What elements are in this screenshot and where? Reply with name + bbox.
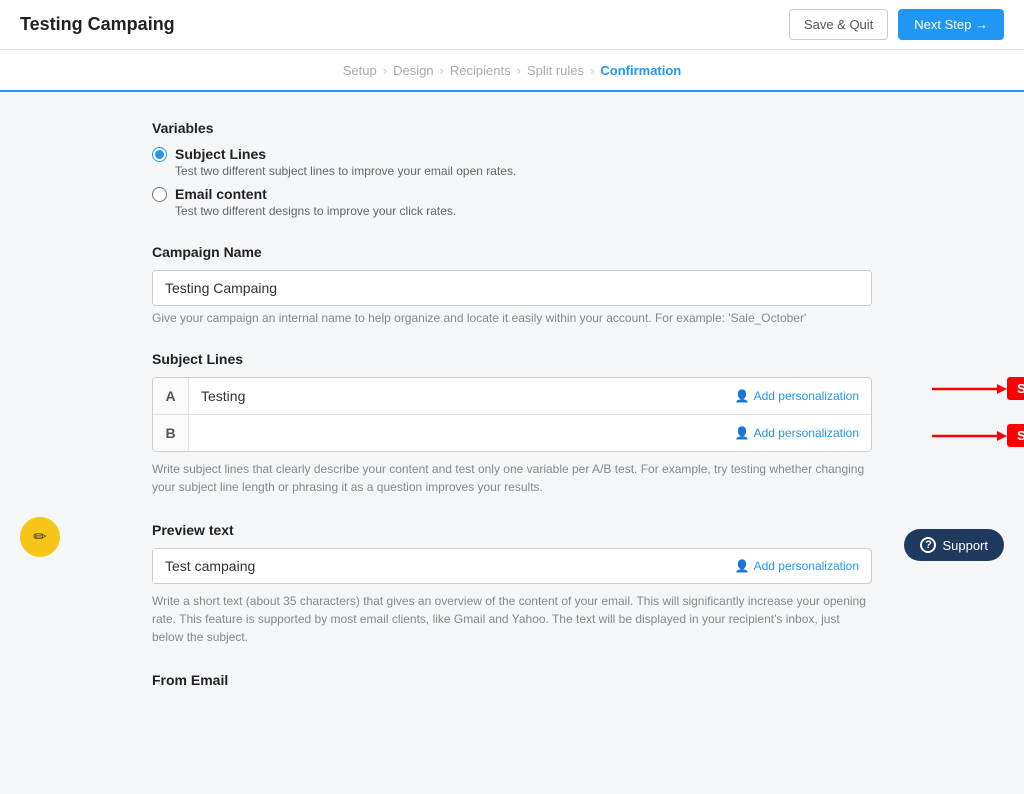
subject-lines-radio-label: Subject Lines <box>175 146 266 162</box>
breadcrumb-step-split-rules[interactable]: Split rules <box>527 63 584 78</box>
person-icon-a: 👤 <box>735 389 750 403</box>
subject-row-b: B 👤 Add personalization <box>153 415 871 451</box>
preview-text-input[interactable] <box>153 549 723 583</box>
save-quit-button[interactable]: Save & Quit <box>789 9 888 40</box>
breadcrumb-step-recipients[interactable]: Recipients <box>450 63 511 78</box>
subject-b-badge: Subject B <box>1007 424 1024 447</box>
add-personalization-b-button[interactable]: 👤 Add personalization <box>723 426 871 440</box>
support-label: Support <box>942 538 988 553</box>
support-button[interactable]: ? Support <box>904 529 1004 561</box>
person-icon-preview: 👤 <box>735 559 750 573</box>
breadcrumb-step-design[interactable]: Design <box>393 63 433 78</box>
email-content-radio-desc: Test two different designs to improve yo… <box>175 204 872 218</box>
subject-lines-radio-desc: Test two different subject lines to impr… <box>175 164 872 178</box>
variables-section: Variables Subject Lines Test two differe… <box>152 120 872 218</box>
campaign-name-hint: Give your campaign an internal name to h… <box>152 311 872 325</box>
pencil-icon: ✏ <box>33 527 46 547</box>
person-icon-b: 👤 <box>735 426 750 440</box>
arrow-b-icon <box>932 426 1007 446</box>
add-personalization-b-label: Add personalization <box>754 426 859 440</box>
subject-lines-label: Subject Lines <box>152 351 872 367</box>
subject-a-badge: Subject A <box>1007 377 1024 400</box>
from-email-section: From Email <box>152 672 872 688</box>
subject-letter-b: B <box>153 415 189 451</box>
subject-lines-radio-row[interactable]: Subject Lines <box>152 146 872 162</box>
add-personalization-a-button[interactable]: 👤 Add personalization <box>723 389 871 403</box>
subject-lines-hint: Write subject lines that clearly describ… <box>152 460 872 496</box>
email-content-radio[interactable] <box>152 187 167 202</box>
breadcrumb-step-setup[interactable]: Setup <box>343 63 377 78</box>
arrow-a-icon <box>932 379 1007 399</box>
email-content-radio-label: Email content <box>175 186 267 202</box>
add-personalization-preview-button[interactable]: 👤 Add personalization <box>723 559 871 573</box>
subject-lines-section: Subject Lines A 👤 Add personalization B <box>152 351 872 496</box>
email-content-radio-row[interactable]: Email content <box>152 186 872 202</box>
add-personalization-a-label: Add personalization <box>754 389 859 403</box>
campaign-name-label: Campaign Name <box>152 244 872 260</box>
floating-pencil-button[interactable]: ✏ <box>20 517 60 557</box>
breadcrumb-bar: Setup › Design › Recipients › Split rule… <box>0 50 1024 92</box>
campaign-name-section: Campaign Name Give your campaign an inte… <box>152 244 872 325</box>
preview-input-row: 👤 Add personalization <box>152 548 872 584</box>
preview-text-hint: Write a short text (about 35 characters)… <box>152 592 872 646</box>
subject-input-b[interactable] <box>189 415 723 451</box>
subject-lines-option: Subject Lines Test two different subject… <box>152 146 872 178</box>
next-step-button[interactable]: Next Step → <box>898 9 1004 40</box>
email-content-option: Email content Test two different designs… <box>152 186 872 218</box>
preview-text-section: Preview text 👤 Add personalization Write… <box>152 522 872 646</box>
breadcrumb: Setup › Design › Recipients › Split rule… <box>343 63 682 78</box>
subject-input-a[interactable] <box>189 378 723 414</box>
preview-text-label: Preview text <box>152 522 872 538</box>
add-personalization-preview-label: Add personalization <box>754 559 859 573</box>
subject-row-a: A 👤 Add personalization <box>153 378 871 415</box>
subject-lines-box: A 👤 Add personalization B 👤 Add personal… <box>152 377 872 452</box>
page-title: Testing Campaing <box>20 14 175 35</box>
variables-radio-group: Subject Lines Test two different subject… <box>152 146 872 218</box>
subject-lines-radio[interactable] <box>152 147 167 162</box>
campaign-name-input[interactable] <box>152 270 872 306</box>
breadcrumb-step-confirmation[interactable]: Confirmation <box>600 63 681 78</box>
question-circle-icon: ? <box>920 537 936 553</box>
variables-label: Variables <box>152 120 872 136</box>
subject-letter-a: A <box>153 378 189 414</box>
from-email-label: From Email <box>152 672 872 688</box>
